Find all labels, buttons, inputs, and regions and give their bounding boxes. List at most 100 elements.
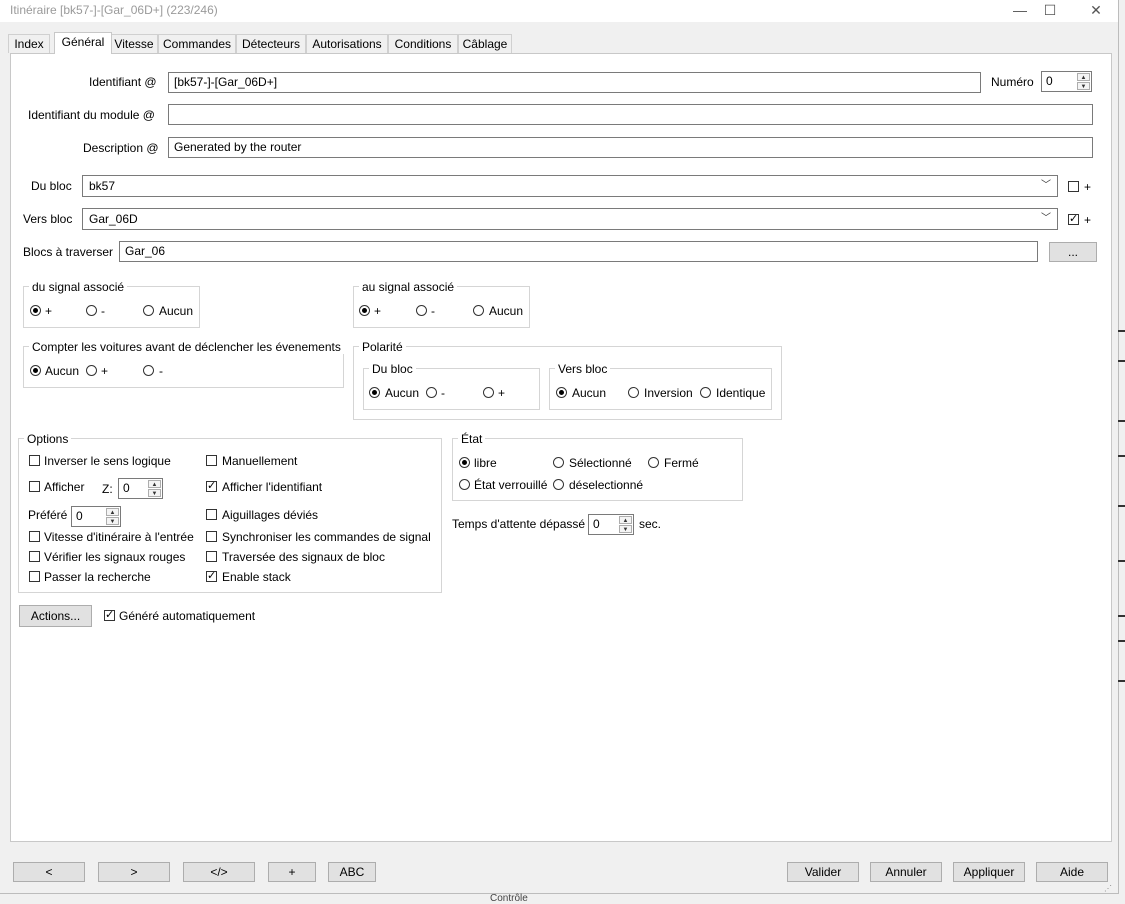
identifiant-input[interactable]: [bk57-]-[Gar_06D+] <box>168 72 981 93</box>
traversee-checkbox[interactable] <box>206 551 217 562</box>
description-label: Description @ <box>83 141 159 155</box>
inverser-label: Inverser le sens logique <box>44 454 171 468</box>
tab-vitesse[interactable]: Vitesse <box>110 34 158 53</box>
tab-cablage[interactable]: Câblage <box>458 34 512 53</box>
etat-selectionne-radio[interactable] <box>553 457 564 468</box>
spin-down-icon[interactable]: ▼ <box>619 525 632 533</box>
polarite-title: Polarité <box>359 340 406 354</box>
enable-stack-checkbox[interactable] <box>206 571 217 582</box>
tab-detecteurs[interactable]: Détecteurs <box>236 34 306 53</box>
du-bloc-select[interactable]: bk57 ﹀ <box>82 175 1058 197</box>
vers-bloc-select[interactable]: Gar_06D ﹀ <box>82 208 1058 230</box>
tab-autorisations[interactable]: Autorisations <box>306 34 388 53</box>
previous-button[interactable]: < <box>13 862 85 882</box>
add-button[interactable]: + <box>268 862 316 882</box>
blocs-input[interactable]: Gar_06 <box>119 241 1038 262</box>
tab-conditions[interactable]: Conditions <box>388 34 458 53</box>
annuler-button[interactable]: Annuler <box>870 862 942 882</box>
next-button[interactable]: > <box>98 862 170 882</box>
compter-plus-radio[interactable] <box>86 365 97 376</box>
maximize-button[interactable]: ☐ <box>1030 0 1070 22</box>
aide-button[interactable]: Aide <box>1036 862 1108 882</box>
spin-up-icon[interactable]: ▲ <box>619 516 632 524</box>
du-signal-minus-label: - <box>101 304 105 318</box>
afficher-id-checkbox[interactable] <box>206 481 217 492</box>
manuellement-label: Manuellement <box>222 454 298 468</box>
du-bloc-plus-label: + <box>1084 180 1092 194</box>
etat-ferme-radio[interactable] <box>648 457 659 468</box>
polarite-vers-identique-radio[interactable] <box>700 387 711 398</box>
polarite-du-bloc-title: Du bloc <box>369 362 416 376</box>
tab-general[interactable]: Général <box>54 32 112 54</box>
attente-spinner[interactable]: 0 ▲ ▼ <box>588 514 634 535</box>
numero-spinner[interactable]: 0 ▲ ▼ <box>1041 71 1092 92</box>
genere-checkbox[interactable] <box>104 610 115 621</box>
close-button[interactable]: ✕ <box>1076 0 1116 22</box>
au-signal-minus-radio[interactable] <box>416 305 427 316</box>
background-mark <box>1118 330 1125 332</box>
au-signal-minus-label: - <box>431 304 435 318</box>
spin-up-icon[interactable]: ▲ <box>1077 73 1090 81</box>
spin-up-icon[interactable]: ▲ <box>106 508 119 516</box>
vers-bloc-plus-label: + <box>1084 213 1092 227</box>
etat-verrouille-radio[interactable] <box>459 479 470 490</box>
vers-bloc-value: Gar_06D <box>89 212 138 226</box>
background-mark <box>1118 455 1125 457</box>
verifier-checkbox[interactable] <box>29 551 40 562</box>
prefere-spinner[interactable]: 0 ▲ ▼ <box>71 506 121 527</box>
compter-minus-radio[interactable] <box>143 365 154 376</box>
module-input[interactable] <box>168 104 1093 125</box>
polarite-vers-inversion-radio[interactable] <box>628 387 639 398</box>
tab-index[interactable]: Index <box>8 34 50 53</box>
polarite-vers-aucun-label: Aucun <box>572 386 607 400</box>
vers-bloc-checkbox[interactable] <box>1068 214 1079 225</box>
numero-label: Numéro <box>991 75 1034 89</box>
synchroniser-checkbox[interactable] <box>206 531 217 542</box>
spin-down-icon[interactable]: ▼ <box>148 489 161 497</box>
etat-libre-label: libre <box>474 456 497 470</box>
spin-down-icon[interactable]: ▼ <box>106 517 119 525</box>
afficher-checkbox[interactable] <box>29 481 40 492</box>
appliquer-button[interactable]: Appliquer <box>953 862 1025 882</box>
polarite-du-minus-radio[interactable] <box>426 387 437 398</box>
du-signal-plus-radio[interactable] <box>30 305 41 316</box>
polarite-du-aucun-radio[interactable] <box>369 387 380 398</box>
resize-grip-icon[interactable]: ⋰ <box>1104 884 1114 893</box>
au-signal-aucun-radio[interactable] <box>473 305 484 316</box>
aiguillages-checkbox[interactable] <box>206 509 217 520</box>
etat-libre-radio[interactable] <box>459 457 470 468</box>
attente-unit: sec. <box>639 517 662 531</box>
polarite-du-minus-label: - <box>441 386 445 400</box>
tab-commandes[interactable]: Commandes <box>158 34 236 53</box>
blocs-browse-button[interactable]: ... <box>1049 242 1097 262</box>
background-mark <box>1118 560 1125 562</box>
au-signal-plus-label: + <box>374 304 382 318</box>
polarite-vers-bloc-title: Vers bloc <box>555 362 611 376</box>
xml-button[interactable]: </> <box>183 862 255 882</box>
polarite-du-plus-radio[interactable] <box>483 387 494 398</box>
polarite-vers-aucun-radio[interactable] <box>556 387 567 398</box>
z-spinner[interactable]: 0 ▲ ▼ <box>118 478 163 499</box>
compter-aucun-radio[interactable] <box>30 365 41 376</box>
spin-up-icon[interactable]: ▲ <box>148 480 161 488</box>
polarite-vers-identique-label: Identique <box>716 386 766 400</box>
aiguillages-label: Aiguillages déviés <box>222 508 319 522</box>
du-bloc-checkbox[interactable] <box>1068 181 1079 192</box>
du-signal-aucun-radio[interactable] <box>143 305 154 316</box>
title-bar[interactable]: Itinéraire [bk57-]-[Gar_06D+] (223/246) … <box>0 0 1118 22</box>
du-signal-plus-label: + <box>45 304 53 318</box>
passer-checkbox[interactable] <box>29 571 40 582</box>
etat-deselectionne-radio[interactable] <box>553 479 564 490</box>
description-input[interactable]: Generated by the router <box>168 137 1093 158</box>
au-signal-plus-radio[interactable] <box>359 305 370 316</box>
attente-label: Temps d'attente dépassé <box>452 517 586 531</box>
inverser-checkbox[interactable] <box>29 455 40 466</box>
du-signal-minus-radio[interactable] <box>86 305 97 316</box>
manuellement-checkbox[interactable] <box>206 455 217 466</box>
actions-button[interactable]: Actions... <box>19 605 92 627</box>
compter-minus-label: - <box>159 364 163 378</box>
vitesse-checkbox[interactable] <box>29 531 40 542</box>
valider-button[interactable]: Valider <box>787 862 859 882</box>
spin-down-icon[interactable]: ▼ <box>1077 82 1090 90</box>
abc-button[interactable]: ABC <box>328 862 376 882</box>
